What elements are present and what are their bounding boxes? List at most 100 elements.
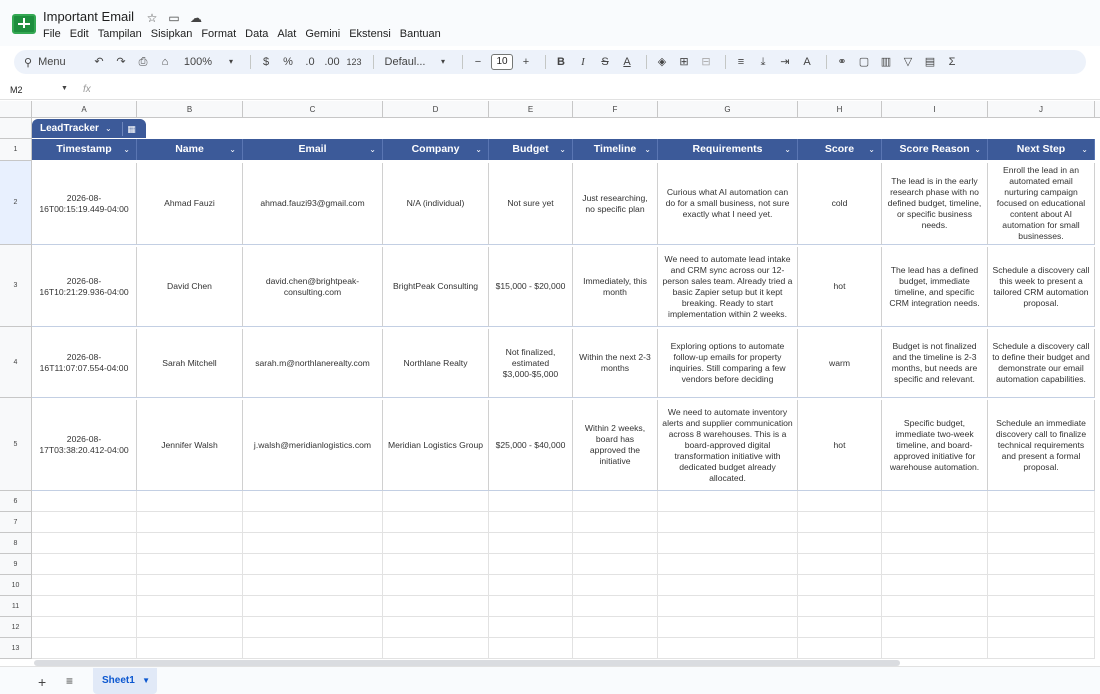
table-cell-next-step[interactable]: Schedule an immediate discovery call to … xyxy=(988,400,1095,491)
empty-cell[interactable] xyxy=(988,617,1095,638)
empty-cell[interactable] xyxy=(489,491,573,512)
column-header-f[interactable]: F xyxy=(573,101,658,118)
star-icon[interactable]: ☆ xyxy=(145,11,159,25)
table-cell-email[interactable]: david.chen@brightpeak-consulting.com xyxy=(243,247,383,327)
empty-cell[interactable] xyxy=(32,638,137,659)
column-menu-caret-icon[interactable]: ⌄ xyxy=(1081,139,1088,160)
empty-cell[interactable] xyxy=(32,491,137,512)
row-header[interactable]: 6 xyxy=(0,491,32,512)
column-menu-caret-icon[interactable]: ⌄ xyxy=(974,139,981,160)
empty-cell[interactable] xyxy=(882,575,988,596)
menu-format[interactable]: Format xyxy=(201,28,236,40)
empty-cell[interactable] xyxy=(882,638,988,659)
table-cell-company[interactable]: N/A (individual) xyxy=(383,163,489,245)
empty-cell[interactable] xyxy=(573,617,658,638)
filter-views-icon[interactable]: ▤ xyxy=(921,53,939,71)
table-cell-score-reason[interactable]: The lead has a defined budget, immediate… xyxy=(882,247,988,327)
table-cell-timeline[interactable]: Within the next 2-3 months xyxy=(573,329,658,398)
empty-cell[interactable] xyxy=(32,533,137,554)
empty-cell[interactable] xyxy=(137,596,243,617)
text-wrapping-icon[interactable]: ⇥ xyxy=(776,53,794,71)
column-header-d[interactable]: D xyxy=(383,101,489,118)
table-cell-timestamp[interactable]: 2026-08-17T03:38:20.412-04:00 xyxy=(32,400,137,491)
empty-cell[interactable] xyxy=(988,638,1095,659)
text-rotation-icon[interactable]: A xyxy=(798,53,816,71)
insert-link-icon[interactable]: ⚭ xyxy=(833,53,851,71)
table-cell-requirements[interactable]: Curious what AI automation can do for a … xyxy=(658,163,798,245)
empty-cell[interactable] xyxy=(882,617,988,638)
empty-cell[interactable] xyxy=(573,596,658,617)
empty-cell[interactable] xyxy=(798,512,882,533)
column-header-e[interactable]: E xyxy=(489,101,573,118)
empty-cell[interactable] xyxy=(882,533,988,554)
row-header[interactable]: 10 xyxy=(0,575,32,596)
table-cell-next-step[interactable]: Enroll the lead in an automated email nu… xyxy=(988,163,1095,245)
menu-gemini[interactable]: Gemini xyxy=(305,28,340,40)
empty-cell[interactable] xyxy=(243,617,383,638)
row-header[interactable]: 1 xyxy=(0,139,32,161)
table-cell-email[interactable]: j.walsh@meridianlogistics.com xyxy=(243,400,383,491)
column-title-requirements[interactable]: Requirements ⌄ xyxy=(658,139,798,160)
empty-cell[interactable] xyxy=(383,554,489,575)
empty-cell[interactable] xyxy=(489,596,573,617)
column-title-email[interactable]: Email ⌄ xyxy=(243,139,383,160)
empty-cell[interactable] xyxy=(243,554,383,575)
empty-cell[interactable] xyxy=(658,554,798,575)
empty-cell[interactable] xyxy=(137,575,243,596)
table-cell-email[interactable]: sarah.m@northlanerealty.com xyxy=(243,329,383,398)
row-header[interactable]: 5 xyxy=(0,398,32,491)
table-cell-budget[interactable]: $15,000 - $20,000 xyxy=(489,247,573,327)
number-format-button[interactable]: 123 xyxy=(345,53,363,71)
empty-cell[interactable] xyxy=(658,533,798,554)
column-header-j[interactable]: J xyxy=(988,101,1095,118)
decrease-font-size-icon[interactable]: − xyxy=(469,53,487,71)
table-cell-name[interactable]: Ahmad Fauzi xyxy=(137,163,243,245)
column-header-a[interactable]: A xyxy=(32,101,137,118)
table-name[interactable]: LeadTracker xyxy=(40,123,99,134)
table-cell-requirements[interactable]: Exploring options to automate follow-up … xyxy=(658,329,798,398)
row-header[interactable]: 8 xyxy=(0,533,32,554)
strikethrough-icon[interactable]: S xyxy=(596,53,614,71)
move-folder-icon[interactable]: ▭ xyxy=(167,11,181,25)
column-menu-caret-icon[interactable]: ⌄ xyxy=(369,139,376,160)
table-menu-caret-icon[interactable]: ⌄ xyxy=(105,124,112,133)
row-header[interactable]: 4 xyxy=(0,327,32,398)
sheet-tab-caret-icon[interactable]: ▼ xyxy=(142,668,150,694)
insert-chart-icon[interactable]: ▥ xyxy=(877,53,895,71)
table-cell-name[interactable]: Jennifer Walsh xyxy=(137,400,243,491)
column-title-budget[interactable]: Budget ⌄ xyxy=(489,139,573,160)
empty-cell[interactable] xyxy=(383,596,489,617)
empty-cell[interactable] xyxy=(573,512,658,533)
functions-icon[interactable]: Σ xyxy=(943,53,961,71)
column-header-i[interactable]: I xyxy=(882,101,988,118)
empty-cell[interactable] xyxy=(658,491,798,512)
table-cell-budget[interactable]: $25,000 - $40,000 xyxy=(489,400,573,491)
empty-cell[interactable] xyxy=(658,575,798,596)
table-cell-score[interactable]: cold xyxy=(798,163,882,245)
empty-cell[interactable] xyxy=(137,554,243,575)
empty-cell[interactable] xyxy=(988,533,1095,554)
column-title-timestamp[interactable]: Timestamp ⌄ xyxy=(32,139,137,160)
empty-cell[interactable] xyxy=(489,638,573,659)
empty-cell[interactable] xyxy=(658,617,798,638)
sheets-logo-icon[interactable] xyxy=(12,14,36,34)
vertical-align-icon[interactable]: ⤓ xyxy=(754,53,772,71)
empty-cell[interactable] xyxy=(988,512,1095,533)
empty-cell[interactable] xyxy=(798,617,882,638)
currency-format-button[interactable]: $ xyxy=(257,53,275,71)
empty-cell[interactable] xyxy=(798,554,882,575)
empty-cell[interactable] xyxy=(383,533,489,554)
empty-cell[interactable] xyxy=(988,491,1095,512)
menu-tampilan[interactable]: Tampilan xyxy=(98,28,142,40)
document-title[interactable]: Important Email xyxy=(43,9,134,24)
row-header[interactable]: 13 xyxy=(0,638,32,659)
empty-cell[interactable] xyxy=(137,491,243,512)
name-box-caret-icon[interactable]: ▼ xyxy=(61,85,68,92)
empty-cell[interactable] xyxy=(489,575,573,596)
font-size-input[interactable]: 10 xyxy=(491,54,513,70)
empty-cell[interactable] xyxy=(243,491,383,512)
column-menu-caret-icon[interactable]: ⌄ xyxy=(559,139,566,160)
table-cell-score[interactable]: hot xyxy=(798,247,882,327)
row-header[interactable]: 7 xyxy=(0,512,32,533)
table-cell-requirements[interactable]: We need to automate inventory alerts and… xyxy=(658,400,798,491)
